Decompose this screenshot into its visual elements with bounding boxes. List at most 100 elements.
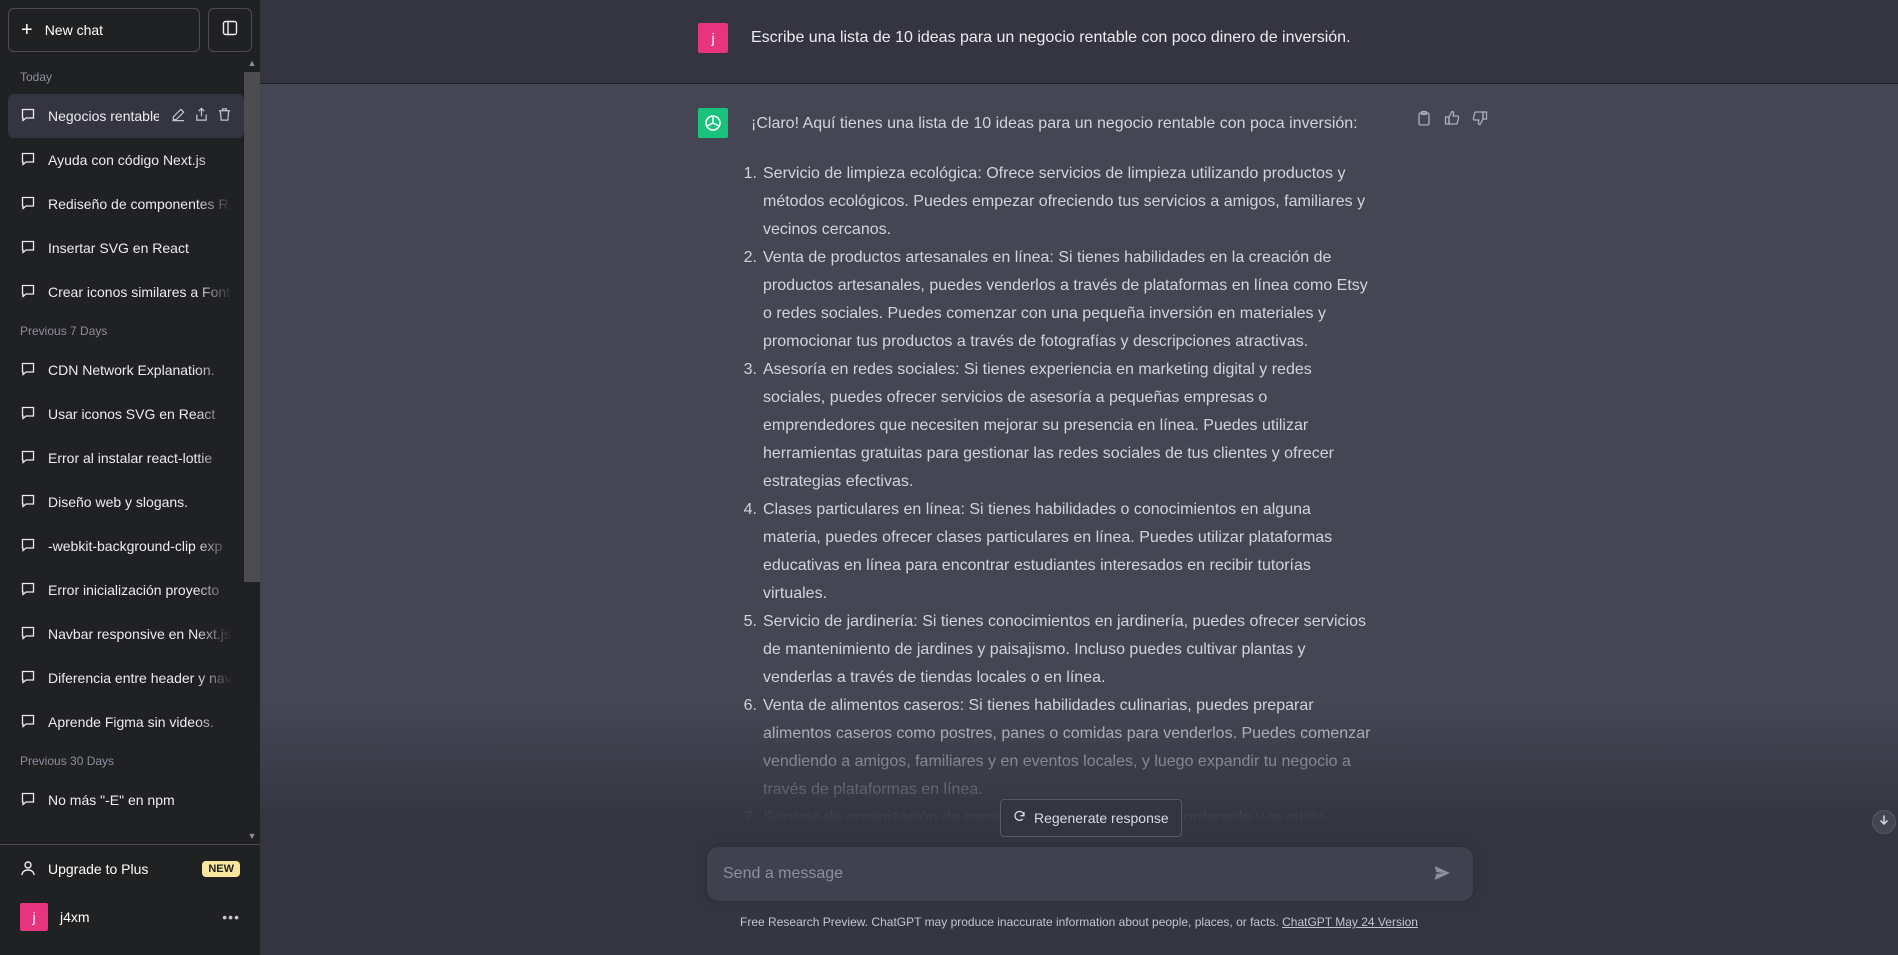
history-item-label: Negocios rentables	[48, 108, 159, 124]
upgrade-label: Upgrade to Plus	[48, 861, 149, 877]
user-menu[interactable]: j j4xm •••	[0, 893, 260, 941]
chat-bubble-icon	[20, 449, 36, 468]
scroll-to-bottom-button[interactable]	[1872, 810, 1896, 834]
scroll-down-arrow[interactable]: ▼	[244, 829, 260, 843]
history-section-title: Previous 30 Days	[20, 754, 115, 768]
upgrade-to-plus-button[interactable]: Upgrade to Plus NEW	[0, 845, 260, 893]
message-input[interactable]	[723, 847, 1403, 901]
chat-bubble-icon	[20, 713, 36, 732]
history-item[interactable]: Crear iconos similares a Font	[8, 270, 244, 314]
history-item[interactable]: Negocios rentables	[8, 94, 244, 138]
history-item[interactable]: -webkit-background-clip exp	[8, 524, 244, 568]
user-icon	[20, 860, 36, 879]
history-item[interactable]: Rediseño de componentes R	[8, 182, 244, 226]
history-item-label: Usar iconos SVG en React	[48, 406, 216, 422]
chat-main: j Escribe una lista de 10 ideas para un …	[260, 0, 1898, 955]
history-item[interactable]: Diferencia entre header y nav	[8, 656, 244, 700]
trash-icon[interactable]	[217, 107, 232, 125]
copy-icon[interactable]	[1416, 110, 1432, 126]
sidebar-footer: Upgrade to Plus NEW j j4xm •••	[0, 844, 260, 941]
history-item-label: -webkit-background-clip exp	[48, 538, 223, 554]
thumbs-down-icon[interactable]	[1472, 110, 1488, 126]
sidebar-scrollbar[interactable]: ▲ ▼	[244, 56, 260, 843]
scroll-thumb[interactable]	[244, 72, 260, 582]
history-item[interactable]: Error al instalar react-lottie	[8, 436, 244, 480]
list-number: 3.	[743, 361, 757, 378]
history-item-label: Rediseño de componentes R	[48, 196, 229, 212]
history-item[interactable]: Error inicialización proyecto	[8, 568, 244, 612]
new-badge: NEW	[202, 861, 240, 877]
send-icon[interactable]	[1433, 864, 1453, 884]
history-item-label: CDN Network Explanation.	[48, 362, 215, 378]
sidebar-toggle-icon	[222, 20, 238, 41]
arrow-down-icon	[1878, 813, 1890, 831]
history-item-label: Crear iconos similares a Font	[48, 284, 231, 300]
footer-disclaimer: Free Research Preview. ChatGPT may produ…	[260, 915, 1898, 929]
history-item-label: Insertar SVG en React	[48, 240, 189, 256]
openai-logo-icon	[698, 108, 728, 138]
history-item-label: Ayuda con código Next.js	[48, 152, 206, 168]
more-icon[interactable]: •••	[222, 909, 240, 925]
list-item-text: Asesoría en redes sociales: Si tienes ex…	[763, 361, 1334, 490]
version-link[interactable]: ChatGPT May 24 Version	[1282, 915, 1418, 929]
chat-bubble-icon	[20, 669, 36, 688]
list-item-text: Clases particulares en línea: Si tienes …	[763, 501, 1333, 602]
history-item-label: Error al instalar react-lottie	[48, 450, 213, 466]
share-icon[interactable]	[194, 107, 209, 125]
chat-bubble-icon	[20, 625, 36, 644]
list-number: 1.	[743, 165, 757, 182]
list-number: 2.	[743, 249, 757, 266]
plus-icon: +	[21, 19, 33, 41]
chat-bubble-icon	[20, 791, 36, 810]
scroll-up-arrow[interactable]: ▲	[244, 56, 260, 70]
history-item[interactable]: Ayuda con código Next.js	[8, 138, 244, 182]
assistant-intro: ¡Claro! Aquí tienes una lista de 10 idea…	[751, 115, 1358, 132]
history-item[interactable]: Diseño web y slogans.	[8, 480, 244, 524]
list-number: 5.	[743, 613, 757, 630]
chat-bubble-icon	[20, 151, 36, 170]
list-item: 4. Clases particulares en línea: Si tiene…	[744, 496, 1371, 608]
edit-icon[interactable]	[171, 107, 186, 125]
message-actions	[1416, 110, 1488, 126]
new-chat-button[interactable]: + New chat	[8, 8, 200, 52]
user-message-text: Escribe una lista de 10 ideas para un ne…	[751, 29, 1351, 46]
sidebar: + New chat Today Negocios rentables Ayuda …	[0, 0, 260, 955]
history-item[interactable]: Aprende Figma sin videos.	[8, 700, 244, 744]
regenerate-label: Regenerate response	[1034, 810, 1169, 826]
regenerate-response-button[interactable]: Regenerate response	[1000, 799, 1182, 837]
chat-bubble-icon	[20, 581, 36, 600]
history-item[interactable]: No más "-E" en npm	[8, 778, 244, 822]
assistant-message: ¡Claro! Aquí tienes una lista de 10 idea…	[260, 84, 1898, 844]
list-item-text: Servicio de limpieza ecológica: Ofrece s…	[763, 165, 1366, 238]
history-item[interactable]: Usar iconos SVG en React	[8, 392, 244, 436]
list-item: 1. Servicio de limpieza ecológica: Ofrece…	[744, 160, 1371, 244]
history-item-label: No más "-E" en npm	[48, 792, 175, 808]
sidebar-toggle-button[interactable]	[208, 8, 252, 52]
thumbs-up-icon[interactable]	[1444, 110, 1460, 126]
chat-bubble-icon	[20, 239, 36, 258]
chat-bubble-icon	[20, 493, 36, 512]
history-section-title: Today	[20, 70, 53, 84]
history-item[interactable]: CDN Network Explanation.	[8, 348, 244, 392]
chat-bubble-icon	[20, 361, 36, 380]
history-item[interactable]: Navbar responsive en Next.js	[8, 612, 244, 656]
chat-bubble-icon	[20, 537, 36, 556]
history-item[interactable]: Insertar SVG en React	[8, 226, 244, 270]
user-message-avatar: j	[698, 23, 728, 53]
history-item-actions	[171, 107, 232, 125]
refresh-icon	[1013, 810, 1026, 826]
list-item: 2. Venta de productos artesanales en líne…	[744, 244, 1371, 356]
user-avatar: j	[20, 903, 48, 931]
conversation-history: Today Negocios rentables Ayuda con código …	[8, 60, 244, 843]
message-composer	[707, 847, 1473, 901]
history-section-title: Previous 7 Days	[20, 324, 108, 338]
history-item-label: Error inicialización proyecto	[48, 582, 220, 598]
list-item-text: Venta de productos artesanales en línea:…	[763, 249, 1368, 350]
list-number: 4.	[743, 501, 757, 518]
history-item-label: Diseño web y slogans.	[48, 494, 189, 510]
list-item: 3. Asesoría en redes sociales: Si tienes …	[744, 356, 1371, 496]
sidebar-header: + New chat	[8, 8, 252, 52]
list-item: 5. Servicio de jardinería: Si tienes cono…	[744, 608, 1371, 692]
history-item-label: Navbar responsive en Next.js	[48, 626, 231, 642]
user-message: j Escribe una lista de 10 ideas para un …	[260, 0, 1898, 84]
